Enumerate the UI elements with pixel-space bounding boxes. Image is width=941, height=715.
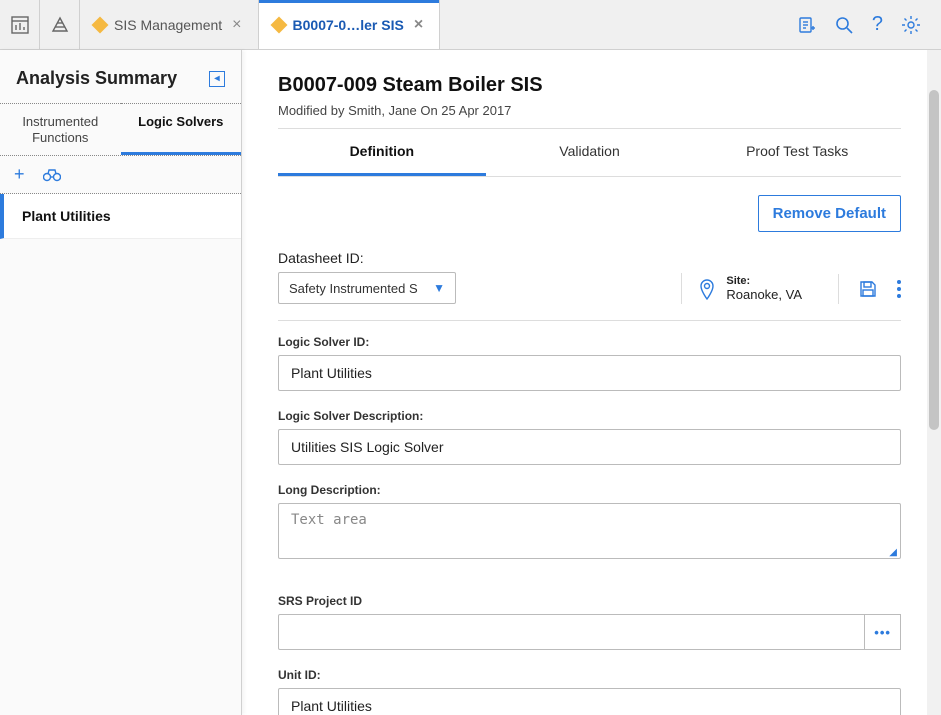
datasheet-value: Safety Instrumented S <box>289 281 418 296</box>
unit-id-label: Unit ID: <box>278 668 901 682</box>
tab-definition[interactable]: Definition <box>278 129 486 176</box>
logic-solver-id-label: Logic Solver ID: <box>278 335 901 349</box>
sidebar-tools: + <box>0 156 241 194</box>
long-desc-textarea[interactable] <box>278 503 901 559</box>
logic-solver-id-input[interactable] <box>278 355 901 391</box>
app-icon-hierarchy[interactable] <box>40 0 80 49</box>
sidebar-tab-instrumented[interactable]: Instrumented Functions <box>0 103 121 155</box>
sidebar-tabs: Instrumented Functions Logic Solvers <box>0 103 241 156</box>
clipboard-icon[interactable] <box>796 15 816 35</box>
tab-label: SIS Management <box>114 17 222 33</box>
save-icon[interactable] <box>859 280 877 298</box>
site-value: Roanoke, VA <box>726 287 802 302</box>
tab-proof-test[interactable]: Proof Test Tasks <box>693 129 901 176</box>
remove-default-button[interactable]: Remove Default <box>758 195 901 232</box>
scrollbar-track[interactable] <box>927 50 941 715</box>
sidebar-item-plant-utilities[interactable]: Plant Utilities <box>0 194 241 239</box>
srs-project-more-icon[interactable]: ••• <box>865 614 901 650</box>
page-modified: Modified by Smith, Jane On 25 Apr 2017 <box>278 103 901 118</box>
search-icon[interactable] <box>834 15 854 35</box>
close-icon[interactable]: × <box>230 16 243 34</box>
sidebar-header: Analysis Summary ◂ <box>0 50 241 103</box>
diamond-icon <box>92 16 109 33</box>
sidebar-list: Plant Utilities <box>0 194 241 715</box>
gear-icon[interactable] <box>901 15 921 35</box>
unit-id-input[interactable] <box>278 688 901 715</box>
tab-sis-management[interactable]: SIS Management × <box>80 0 259 49</box>
scrollbar-thumb[interactable] <box>929 90 939 430</box>
app-icon-chart[interactable] <box>0 0 40 49</box>
chevron-down-icon: ▼ <box>433 281 445 295</box>
datasheet-select[interactable]: Safety Instrumented S ▼ <box>278 272 456 304</box>
sidebar: Analysis Summary ◂ Instrumented Function… <box>0 50 242 715</box>
content-area: B0007-009 Steam Boiler SIS Modified by S… <box>242 50 941 715</box>
pin-icon[interactable] <box>698 278 716 300</box>
tab-label: B0007-0…ler SIS <box>293 17 404 33</box>
srs-project-label: SRS Project ID <box>278 594 901 608</box>
site-block: Site: Roanoke, VA <box>681 273 818 304</box>
add-icon[interactable]: + <box>14 164 25 185</box>
tab-boiler-sis[interactable]: B0007-0…ler SIS × <box>259 0 441 49</box>
sidebar-tab-logic-solvers[interactable]: Logic Solvers <box>121 103 242 155</box>
collapse-sidebar-icon[interactable]: ◂ <box>209 71 225 87</box>
datasheet-icons <box>838 274 901 304</box>
logic-solver-desc-input[interactable] <box>278 429 901 465</box>
logic-solver-desc-label: Logic Solver Description: <box>278 409 901 423</box>
sidebar-title: Analysis Summary <box>16 68 177 89</box>
site-label: Site: <box>726 275 802 287</box>
datasheet-label: Datasheet ID: <box>278 250 456 266</box>
more-options-icon[interactable] <box>897 280 901 298</box>
tab-validation[interactable]: Validation <box>486 129 694 176</box>
page-title: B0007-009 Steam Boiler SIS <box>278 74 901 97</box>
content-tabs: Definition Validation Proof Test Tasks <box>278 129 901 177</box>
diamond-icon <box>270 16 287 33</box>
datasheet-row: Datasheet ID: Safety Instrumented S ▼ Si… <box>278 250 901 321</box>
help-icon[interactable]: ? <box>872 13 883 36</box>
srs-project-input[interactable] <box>278 614 865 650</box>
topbar: SIS Management × B0007-0…ler SIS × ? <box>0 0 941 50</box>
binoculars-icon[interactable] <box>43 168 61 182</box>
long-desc-label: Long Description: <box>278 483 901 497</box>
topbar-right-icons: ? <box>776 0 941 49</box>
close-icon[interactable]: × <box>412 16 425 34</box>
